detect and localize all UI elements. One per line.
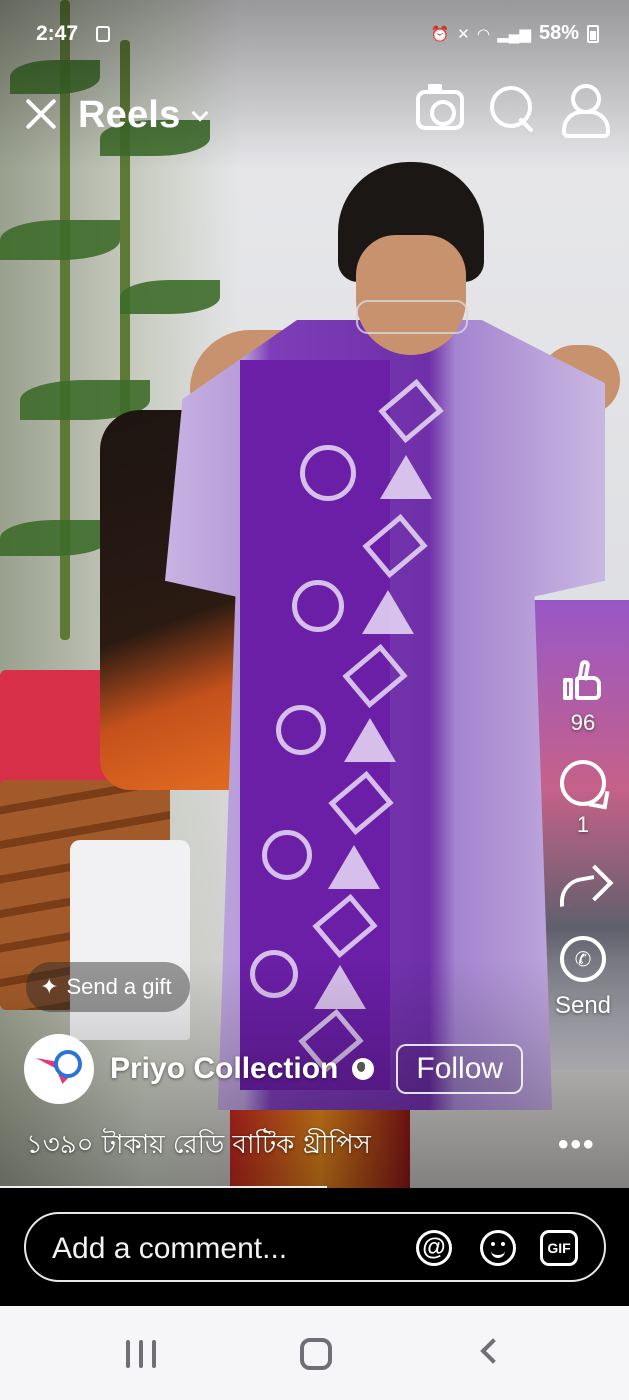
alarm-icon: ⏰ bbox=[430, 25, 450, 43]
send-gift-button[interactable]: ✦ Send a gift bbox=[26, 962, 190, 1012]
status-icons: ⏰ ✕ ◠ ▂▄▆ 58% bbox=[430, 22, 599, 45]
status-bar: 2:47 ⏰ ✕ ◠ ▂▄▆ 58% bbox=[0, 0, 629, 64]
reels-title-dropdown[interactable]: Reels bbox=[78, 94, 209, 137]
comment-bar: Add a comment... @ GIF bbox=[0, 1188, 629, 1306]
send-gift-label: Send a gift bbox=[66, 974, 172, 999]
avatar[interactable] bbox=[24, 1034, 94, 1104]
more-icon[interactable]: ••• bbox=[558, 1128, 596, 1162]
share-icon[interactable] bbox=[560, 868, 606, 908]
follow-button[interactable]: Follow bbox=[396, 1044, 524, 1094]
scene-motif-triangle bbox=[362, 590, 414, 634]
send-label[interactable]: Send bbox=[548, 992, 618, 1020]
scene-motif-circle bbox=[292, 580, 344, 632]
scene-motif-circle bbox=[262, 830, 312, 880]
camera-icon[interactable] bbox=[416, 84, 464, 130]
action-rail: 96 1 ✆ Send bbox=[548, 659, 618, 1020]
mute-icon: ✕ bbox=[457, 25, 470, 43]
system-nav-bar bbox=[0, 1306, 629, 1400]
battery-icon bbox=[587, 24, 599, 43]
reel-caption[interactable]: ১৩৯০ টাকায় রেডি বাটিক থ্রীপিস bbox=[26, 1124, 371, 1168]
like-icon[interactable] bbox=[561, 659, 605, 704]
author-row: Priyo Collection Follow bbox=[24, 1034, 524, 1104]
scene-glasses bbox=[356, 300, 468, 334]
notification-icon bbox=[96, 26, 110, 42]
reels-top-bar: Reels bbox=[0, 80, 629, 150]
wifi-icon: ◠ bbox=[477, 25, 490, 43]
scene-leaf bbox=[0, 220, 120, 260]
signal-icon: ▂▄▆ bbox=[497, 25, 531, 43]
profile-icon[interactable] bbox=[562, 84, 610, 138]
scene-red-box bbox=[0, 670, 110, 790]
chevron-down-icon bbox=[191, 104, 209, 121]
scene-leaf bbox=[120, 280, 220, 314]
comment-placeholder: Add a comment... bbox=[52, 1232, 288, 1265]
comment-count: 1 bbox=[576, 812, 590, 837]
comment-input[interactable]: Add a comment... @ GIF bbox=[24, 1212, 606, 1282]
search-icon[interactable] bbox=[490, 86, 538, 134]
battery-percent: 58% bbox=[538, 22, 579, 44]
author-name[interactable]: Priyo Collection bbox=[110, 1052, 338, 1086]
scene-leaf bbox=[0, 520, 110, 556]
back-icon[interactable] bbox=[480, 1338, 506, 1364]
at-icon[interactable]: @ bbox=[416, 1230, 452, 1266]
scene-motif-triangle bbox=[344, 718, 396, 762]
emoji-icon[interactable] bbox=[480, 1230, 516, 1266]
comment-icon[interactable] bbox=[560, 760, 606, 806]
globe-icon bbox=[352, 1058, 375, 1080]
recents-icon[interactable] bbox=[126, 1340, 156, 1368]
home-icon[interactable] bbox=[300, 1338, 332, 1370]
gif-icon[interactable]: GIF bbox=[540, 1230, 578, 1266]
gift-icon: ✦ bbox=[40, 974, 59, 999]
scene-face bbox=[356, 235, 466, 355]
like-count: 96 bbox=[570, 710, 596, 735]
scene-motif-circle bbox=[276, 705, 326, 755]
scene-motif-circle bbox=[300, 445, 356, 501]
scene-motif-triangle bbox=[328, 845, 380, 889]
page-title: Reels bbox=[78, 94, 181, 136]
close-icon[interactable] bbox=[18, 92, 62, 136]
whatsapp-icon[interactable]: ✆ bbox=[560, 936, 606, 982]
scene-motif-triangle bbox=[380, 455, 432, 499]
status-time: 2:47 bbox=[36, 22, 79, 45]
